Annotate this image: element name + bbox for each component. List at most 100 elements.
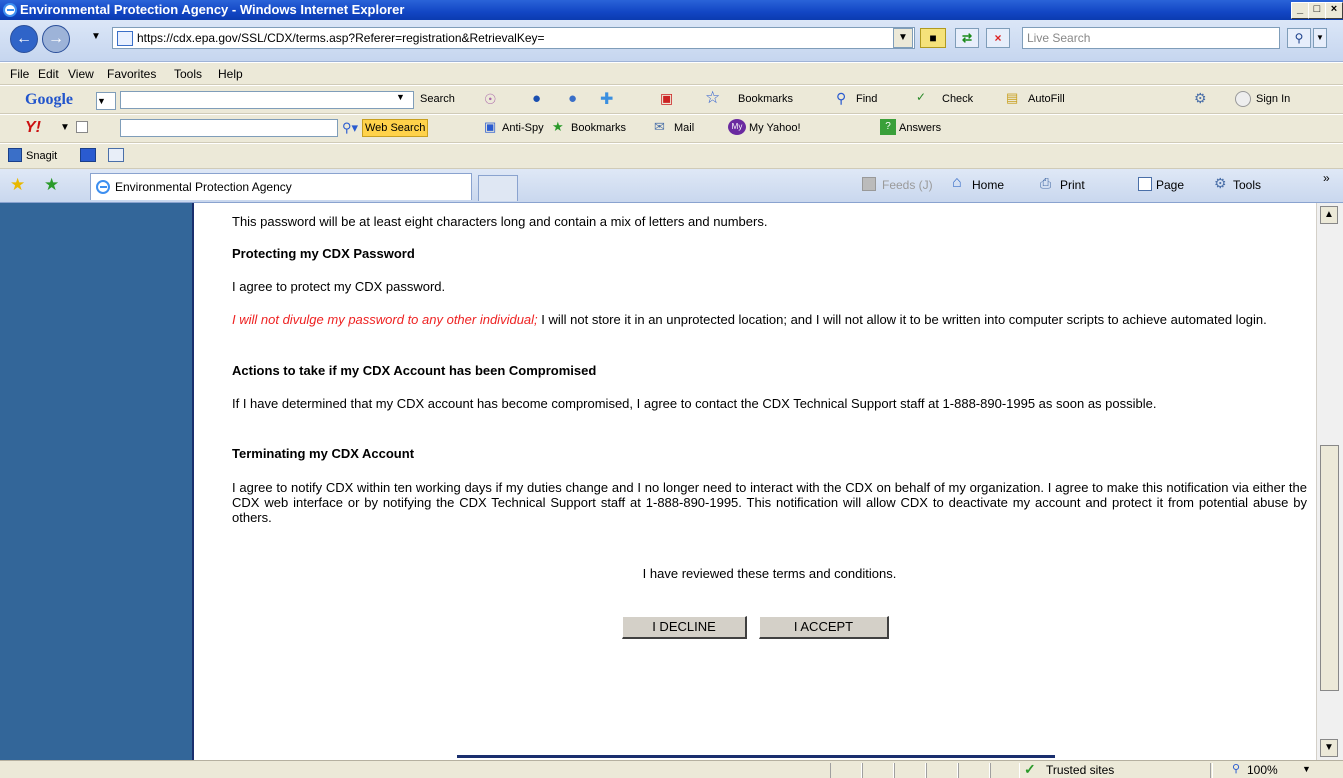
scroll-down-button[interactable]: ▼ [1320, 739, 1338, 757]
divulge-paragraph: I will not divulge my password to any ot… [232, 312, 1307, 327]
address-url: https://cdx.epa.gov/SSL/CDX/terms.asp?Re… [137, 31, 545, 45]
maximize-button[interactable]: □ [1308, 2, 1326, 19]
autofill-button[interactable]: AutoFill [1028, 93, 1065, 105]
yahoo-search-input[interactable] [120, 119, 338, 137]
zoom-dropdown[interactable]: ▼ [1302, 764, 1311, 774]
menu-tools[interactable]: Tools [174, 67, 202, 81]
plus-icon[interactable]: ✚ [600, 89, 613, 109]
autofill-icon[interactable]: ▤ [1006, 90, 1018, 106]
signin-button[interactable]: Sign In [1256, 93, 1290, 105]
lock-icon[interactable]: ■ [920, 28, 946, 48]
status-segment [1210, 763, 1213, 778]
new-tab-button[interactable] [478, 175, 518, 201]
home-button[interactable]: Home [972, 178, 1004, 192]
menu-view[interactable]: View [68, 67, 94, 81]
accept-button[interactable]: I ACCEPT [759, 616, 889, 639]
google-search-input[interactable] [120, 91, 414, 109]
antispy-button[interactable]: Anti-Spy [502, 122, 544, 134]
forward-button[interactable]: → [42, 25, 70, 53]
tab-environmental-protection-agency[interactable]: Environmental Protection Agency [90, 173, 472, 200]
live-search-input[interactable]: Live Search [1022, 27, 1280, 49]
snagit-open-icon[interactable] [108, 148, 124, 162]
recent-pages-dropdown[interactable]: ▼ [91, 31, 101, 42]
globe-icon[interactable]: ● [532, 90, 541, 107]
page-icon [117, 31, 133, 46]
menu-edit[interactable]: Edit [38, 67, 59, 81]
print-button[interactable]: Print [1060, 178, 1085, 192]
feeds-button[interactable]: Feeds (J) [882, 178, 933, 192]
terms-content: This password will be at least eight cha… [196, 203, 1316, 760]
back-button[interactable]: ← [10, 25, 38, 53]
window-title-bar: Environmental Protection Agency - Window… [0, 0, 1343, 20]
home-icon[interactable]: ⌂ [952, 174, 962, 192]
pagerank-icon[interactable]: ☉ [484, 91, 497, 108]
find-button[interactable]: Find [856, 93, 877, 105]
snagit-button[interactable]: Snagit [26, 150, 57, 162]
security-zone-text[interactable]: Trusted sites [1046, 763, 1114, 777]
protect-password-text: I agree to protect my CDX password. [232, 279, 446, 294]
compromised-text: If I have determined that my CDX account… [232, 396, 1157, 411]
print-icon[interactable]: ⎙ [1040, 175, 1051, 192]
page-icon-cmd[interactable] [1138, 177, 1152, 191]
yahoo-bookmarks-icon[interactable]: ★ [552, 119, 564, 135]
address-dropdown-button[interactable]: ▼ [893, 28, 913, 48]
spellcheck-icon[interactable]: ✓ [916, 90, 926, 104]
toolbar-overflow-icon[interactable]: » [1323, 171, 1330, 185]
yahoo-bookmarks-button[interactable]: Bookmarks [571, 122, 626, 134]
mail-button[interactable]: Mail [674, 122, 694, 134]
snagit-icon[interactable] [8, 148, 22, 162]
heading-terminating-account: Terminating my CDX Account [232, 446, 415, 461]
popup-blocker-icon[interactable]: ▣ [660, 90, 673, 107]
minimize-button[interactable]: _ [1291, 2, 1309, 19]
antispy-icon[interactable]: ▣ [484, 119, 496, 135]
status-segment [830, 763, 862, 778]
my-yahoo-icon[interactable]: My [728, 119, 746, 135]
my-yahoo-button[interactable]: My Yahoo! [749, 122, 801, 134]
refresh-button[interactable]: ⇄ [955, 28, 979, 48]
yahoo-options-icon[interactable] [76, 121, 88, 133]
menu-help[interactable]: Help [218, 67, 243, 81]
web-search-button[interactable]: Web Search [362, 119, 429, 137]
google-search-dropdown[interactable]: ▼ [396, 92, 405, 102]
tools-button[interactable]: Tools [1233, 178, 1261, 192]
search-icon[interactable]: ⚲ [1287, 28, 1311, 48]
menu-favorites[interactable]: Favorites [107, 67, 156, 81]
google-toolbar: Google ▼ ▼ Search ☉ ● ● ✚ ▣ ☆ Bookmarks … [0, 86, 1343, 114]
mail-icon[interactable]: ✉ [654, 119, 665, 135]
status-bar: ✓ Trusted sites ⚲ 100% ▼ [0, 760, 1343, 778]
status-segment [894, 763, 926, 778]
search-options-dropdown[interactable]: ▼ [1313, 28, 1327, 48]
earth-icon[interactable]: ● [568, 90, 577, 107]
star-icon[interactable]: ☆ [705, 88, 720, 108]
terminating-text: I agree to notify CDX within ten working… [232, 480, 1307, 525]
zoom-icon: ⚲ [1232, 763, 1241, 775]
snagit-toolbar: Snagit [0, 144, 1343, 169]
snagit-capture-icon[interactable] [80, 148, 96, 162]
yahoo-menu-dropdown[interactable]: ▼ [60, 122, 70, 133]
google-search-button[interactable]: Search [420, 93, 455, 105]
wrench-icon[interactable]: ⚙ [1194, 90, 1207, 107]
decline-button[interactable]: I DECLINE [622, 616, 747, 639]
find-icon[interactable]: ⚲ [836, 90, 846, 107]
menu-file[interactable]: File [10, 67, 29, 81]
yahoo-search-icon[interactable]: ⚲▾ [342, 120, 358, 136]
page-button[interactable]: Page [1156, 178, 1184, 192]
answers-icon[interactable]: ? [880, 119, 896, 135]
answers-button[interactable]: Answers [899, 122, 941, 134]
close-button[interactable]: × [1325, 2, 1343, 19]
scroll-thumb[interactable] [1320, 445, 1339, 691]
tools-icon[interactable]: ⚙ [1214, 175, 1227, 192]
check-button[interactable]: Check [942, 93, 973, 105]
scroll-up-button[interactable]: ▲ [1320, 206, 1338, 224]
feeds-icon[interactable] [862, 177, 876, 191]
add-favorites-icon[interactable]: ★ [44, 175, 59, 195]
yahoo-logo-icon[interactable]: Y! [25, 119, 41, 137]
vertical-scrollbar[interactable]: ▲ ▼ [1316, 203, 1343, 760]
zoom-level[interactable]: 100% [1247, 763, 1278, 777]
stop-button[interactable]: × [986, 28, 1010, 48]
tab-title: Environmental Protection Agency [115, 180, 292, 194]
favorites-center-icon[interactable]: ★ [10, 175, 25, 195]
google-bookmarks-button[interactable]: Bookmarks [738, 93, 793, 105]
address-bar[interactable]: https://cdx.epa.gov/SSL/CDX/terms.asp?Re… [112, 27, 915, 49]
google-options-dropdown[interactable]: ▼ [96, 92, 116, 110]
